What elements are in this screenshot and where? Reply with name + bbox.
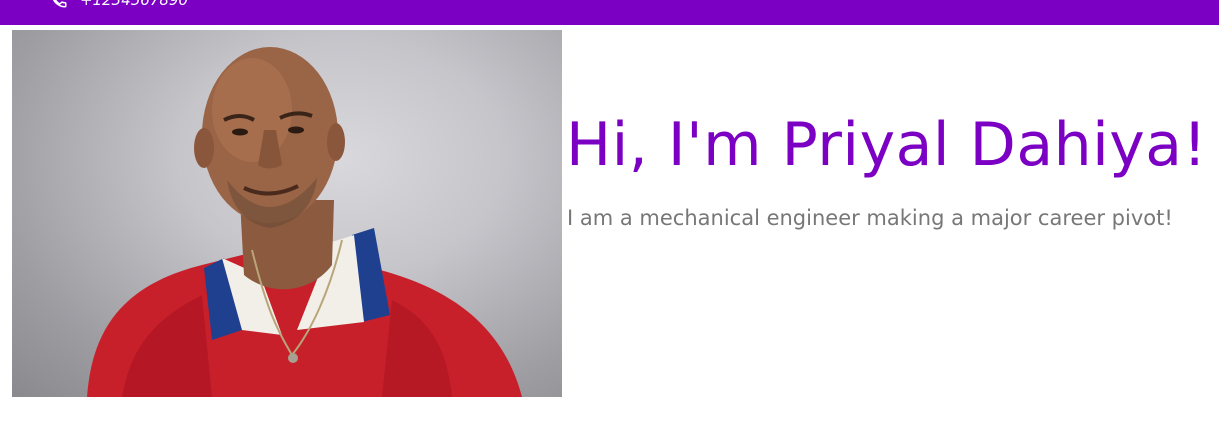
hero-section: Hi, I'm Priyal Dahiya! I am a mechanical… bbox=[0, 25, 1219, 446]
page-title: Hi, I'm Priyal Dahiya! bbox=[566, 110, 1208, 180]
profile-photo bbox=[12, 30, 562, 397]
page-subtitle: I am a mechanical engineer making a majo… bbox=[567, 206, 1173, 230]
top-contact-bar: +1234567890 bbox=[0, 0, 1219, 25]
phone-contact[interactable]: +1234567890 bbox=[50, 0, 188, 9]
phone-number[interactable]: +1234567890 bbox=[80, 0, 188, 9]
phone-icon bbox=[50, 0, 68, 9]
